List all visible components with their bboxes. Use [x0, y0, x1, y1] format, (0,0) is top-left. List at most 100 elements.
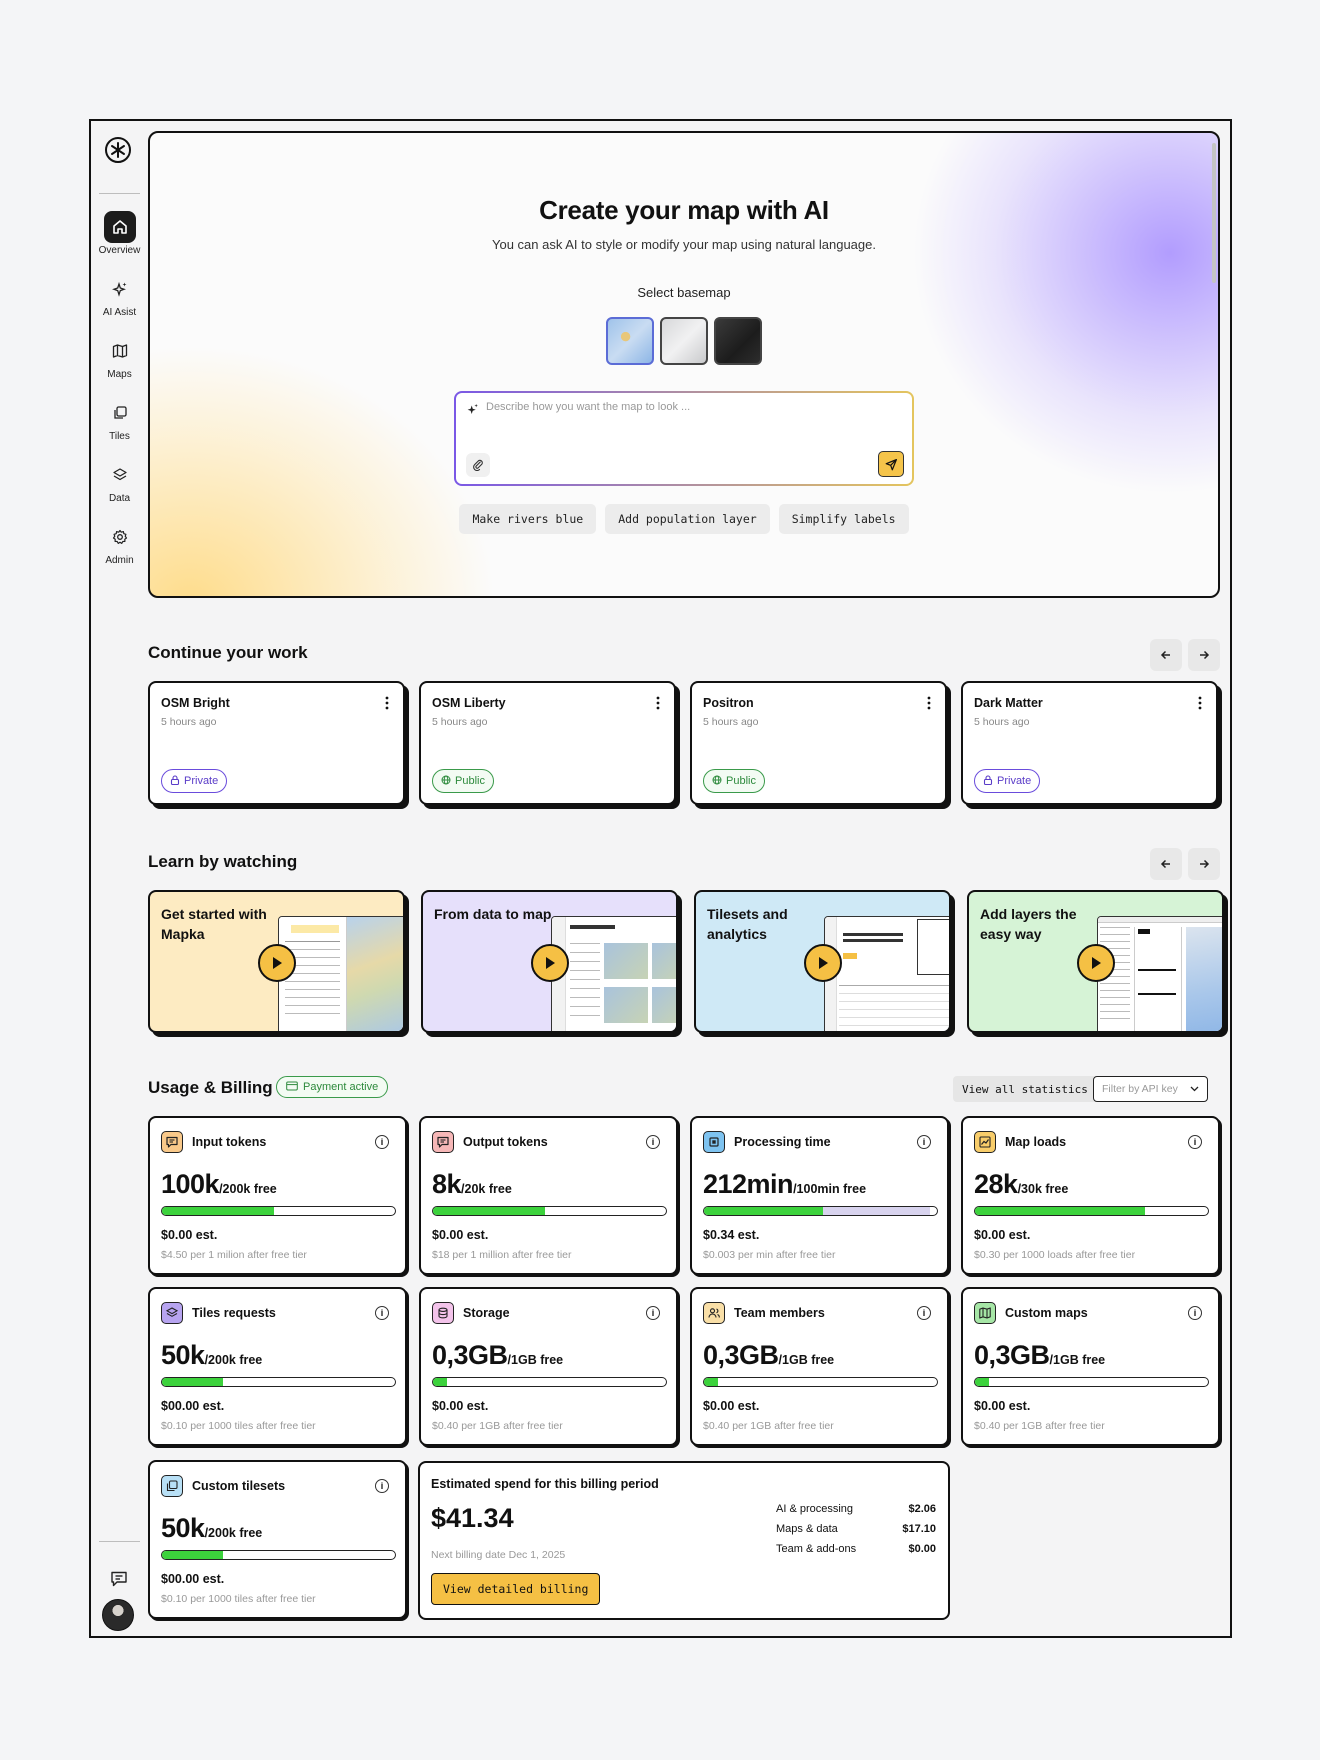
- more-vertical-icon[interactable]: [1198, 695, 1202, 711]
- suggestion-chips: Make rivers blue Add population layer Si…: [150, 504, 1218, 534]
- info-icon[interactable]: i: [1188, 1135, 1202, 1149]
- play-icon[interactable]: [258, 944, 296, 982]
- view-detailed-billing-button[interactable]: View detailed billing: [431, 1573, 601, 1605]
- sidebar-item-maps[interactable]: Maps: [91, 335, 148, 380]
- usage-free-limit: /30k free: [1017, 1182, 1069, 1196]
- work-card[interactable]: OSM Liberty 5 hours ago Public: [419, 681, 676, 805]
- estimated-spend-card: Estimated spend for this billing period …: [418, 1461, 950, 1620]
- usage-amount: 28k: [974, 1169, 1018, 1199]
- usage-progress-bar: [161, 1206, 396, 1216]
- suggestion-chip[interactable]: Make rivers blue: [459, 504, 597, 534]
- usage-progress-fill: [162, 1378, 223, 1386]
- view-all-statistics-button[interactable]: View all statistics: [953, 1076, 1097, 1102]
- learn-section-title: Learn by watching: [148, 852, 298, 871]
- usage-pricing-note: $4.50 per 1 milion after free tier: [161, 1249, 307, 1261]
- basemap-option-dark[interactable]: [714, 317, 762, 365]
- video-card[interactable]: Get started with Mapka: [148, 890, 405, 1033]
- play-icon[interactable]: [531, 944, 569, 982]
- video-title: Add layers the easy way: [980, 906, 1077, 942]
- attach-paperclip-icon[interactable]: [466, 453, 490, 477]
- payment-status-badge: Payment active: [276, 1076, 389, 1098]
- sidebar-item-data[interactable]: Data: [91, 459, 148, 504]
- video-card[interactable]: From data to map: [421, 890, 678, 1033]
- scrollbar[interactable]: [1212, 143, 1216, 283]
- continue-carousel-nav: [1150, 639, 1220, 671]
- spend-row-value: $2.06: [908, 1503, 936, 1515]
- usage-pricing-note: $18 per 1 million after free tier: [432, 1249, 572, 1261]
- spend-title: Estimated spend for this billing period: [431, 1477, 659, 1491]
- send-button[interactable]: [878, 451, 904, 477]
- ai-prompt-box: [454, 391, 914, 486]
- video-card[interactable]: Add layers the easy way: [967, 890, 1224, 1033]
- feedback-chat-icon[interactable]: [105, 1565, 133, 1593]
- info-icon[interactable]: i: [646, 1306, 660, 1320]
- lock-icon: [983, 774, 993, 788]
- visibility-badge: Public: [432, 769, 494, 793]
- play-icon[interactable]: [804, 944, 842, 982]
- database-icon: [432, 1302, 454, 1324]
- more-vertical-icon[interactable]: [927, 695, 931, 711]
- basemap-option-grey[interactable]: [660, 317, 708, 365]
- basemap-option-light[interactable]: [606, 317, 654, 365]
- spend-row-label: Team & add-ons: [776, 1543, 857, 1555]
- sidebar-item-label: Data: [108, 493, 131, 504]
- info-icon[interactable]: i: [1188, 1306, 1202, 1320]
- more-vertical-icon[interactable]: [385, 695, 389, 711]
- usage-estimate: $0.00 est.: [432, 1228, 489, 1242]
- play-icon[interactable]: [1077, 944, 1115, 982]
- suggestion-chip[interactable]: Add population layer: [605, 504, 770, 534]
- sidebar-item-label: Overview: [98, 245, 141, 256]
- sidebar-item-overview[interactable]: Overview: [91, 211, 148, 256]
- usage-free-limit: /1GB free: [507, 1353, 564, 1367]
- usage-progress-fill: [975, 1378, 989, 1386]
- arrow-left-icon[interactable]: [1150, 639, 1182, 671]
- ai-prompt-input[interactable]: [486, 401, 896, 413]
- work-card-title: OSM Bright: [161, 696, 230, 710]
- work-card[interactable]: OSM Bright 5 hours ago Private: [148, 681, 405, 805]
- sidebar-item-tiles[interactable]: Tiles: [91, 397, 148, 442]
- arrow-left-icon[interactable]: [1150, 848, 1182, 880]
- visibility-badge: Public: [703, 769, 765, 793]
- sidebar-item-ai-asist[interactable]: AI Asist: [91, 273, 148, 318]
- work-card[interactable]: Dark Matter 5 hours ago Private: [961, 681, 1218, 805]
- info-icon[interactable]: i: [375, 1135, 389, 1149]
- video-card[interactable]: Tilesets and analytics: [694, 890, 951, 1033]
- work-card-time: 5 hours ago: [161, 716, 217, 728]
- sidebar: Overview AI Asist Maps Tiles Data Admin: [91, 121, 148, 1636]
- info-icon[interactable]: i: [375, 1479, 389, 1493]
- usage-estimate: $0.00 est.: [974, 1228, 1031, 1242]
- usage-progress-bar: [432, 1377, 667, 1387]
- usage-card-title: Storage: [463, 1306, 510, 1320]
- chevron-down-icon: [1190, 1083, 1199, 1095]
- user-avatar[interactable]: [102, 1599, 134, 1631]
- usage-card: Processing time i 212min/100min free $0.34 …: [690, 1116, 949, 1275]
- suggestion-chip[interactable]: Simplify labels: [778, 504, 909, 534]
- usage-pricing-note: $0.003 per min after free tier: [703, 1249, 836, 1261]
- globe-icon: [441, 775, 451, 788]
- home-icon: [103, 211, 136, 243]
- info-icon[interactable]: i: [917, 1135, 931, 1149]
- usage-estimate: $00.00 est.: [161, 1572, 225, 1586]
- sidebar-item-admin[interactable]: Admin: [91, 521, 148, 566]
- continue-section-title: Continue your work: [148, 643, 308, 662]
- work-card-title: OSM Liberty: [432, 696, 506, 710]
- work-card-title: Positron: [703, 696, 754, 710]
- usage-amount: 212min: [703, 1169, 794, 1199]
- info-icon[interactable]: i: [917, 1306, 931, 1320]
- info-icon[interactable]: i: [646, 1135, 660, 1149]
- usage-progress-bar: [703, 1206, 938, 1216]
- usage-card: Custom maps i 0,3GB/1GB free $0.00 est. $0.4…: [961, 1287, 1220, 1446]
- arrow-right-icon[interactable]: [1188, 639, 1220, 671]
- usage-progress-fill: [704, 1378, 718, 1386]
- more-vertical-icon[interactable]: [656, 695, 660, 711]
- info-icon[interactable]: i: [375, 1306, 389, 1320]
- api-key-filter-select[interactable]: Filter by API key: [1093, 1076, 1208, 1102]
- usage-free-limit: /200k free: [204, 1526, 263, 1540]
- page-title: Create your map with AI: [539, 195, 829, 225]
- spend-row-label: Maps & data: [776, 1523, 838, 1535]
- work-card-time: 5 hours ago: [432, 716, 488, 728]
- visibility-badge: Private: [974, 769, 1041, 793]
- mapka-logo[interactable]: [105, 137, 131, 163]
- work-card[interactable]: Positron 5 hours ago Public: [690, 681, 947, 805]
- arrow-right-icon[interactable]: [1188, 848, 1220, 880]
